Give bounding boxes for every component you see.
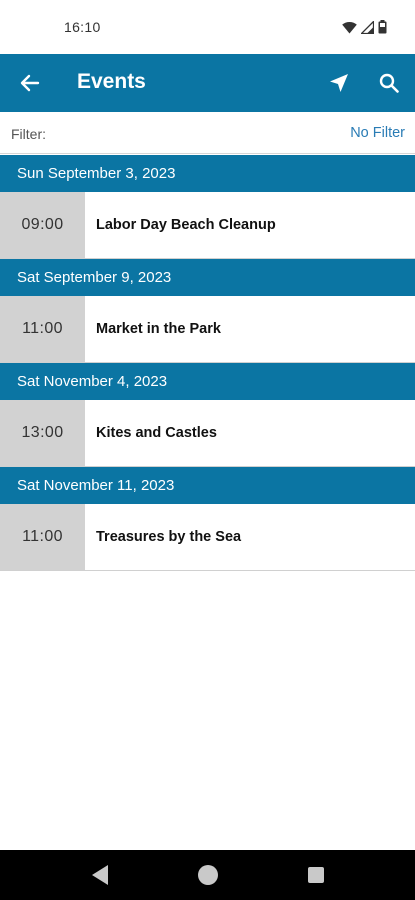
date-header: Sat September 9, 2023	[0, 259, 415, 296]
event-title: Market in the Park	[96, 321, 221, 337]
event-row[interactable]: 11:00 Market in the Park	[0, 296, 415, 363]
nav-back-icon[interactable]	[90, 864, 110, 886]
event-time: 09:00	[0, 192, 85, 258]
filter-label: Filter:	[11, 126, 46, 142]
wifi-icon	[342, 21, 357, 33]
nav-recents-icon[interactable]	[308, 867, 324, 883]
back-arrow-icon	[20, 74, 40, 92]
status-icons	[342, 19, 387, 35]
back-button[interactable]	[14, 67, 46, 99]
navigation-arrow-icon	[330, 74, 348, 92]
nav-home-icon[interactable]	[198, 865, 218, 885]
status-bar: 16:10	[0, 0, 415, 54]
event-time: 11:00	[0, 296, 85, 362]
event-title: Treasures by the Sea	[96, 529, 242, 545]
search-button[interactable]	[373, 67, 405, 99]
search-icon	[379, 73, 399, 93]
app-bar: Events	[0, 54, 415, 112]
date-header: Sat November 4, 2023	[0, 363, 415, 400]
event-list: Sun September 3, 2023 09:00 Labor Day Be…	[0, 155, 415, 571]
event-time: 13:00	[0, 400, 85, 466]
event-row[interactable]: 11:00 Treasures by the Sea	[0, 504, 415, 571]
date-header: Sun September 3, 2023	[0, 155, 415, 192]
event-title: Labor Day Beach Cleanup	[96, 217, 276, 233]
page-title: Events	[77, 70, 146, 93]
event-title: Kites and Castles	[96, 425, 217, 441]
filter-row: Filter: No Filter	[0, 112, 415, 154]
signal-icon	[361, 20, 374, 34]
event-row[interactable]: 13:00 Kites and Castles	[0, 400, 415, 467]
system-nav-bar	[0, 850, 415, 900]
date-header: Sat November 11, 2023	[0, 467, 415, 504]
locate-button[interactable]	[323, 67, 355, 99]
battery-icon	[378, 20, 387, 34]
event-row[interactable]: 09:00 Labor Day Beach Cleanup	[0, 192, 415, 259]
filter-selector[interactable]: No Filter	[350, 125, 405, 141]
event-time: 11:00	[0, 504, 85, 570]
status-time: 16:10	[64, 19, 101, 35]
